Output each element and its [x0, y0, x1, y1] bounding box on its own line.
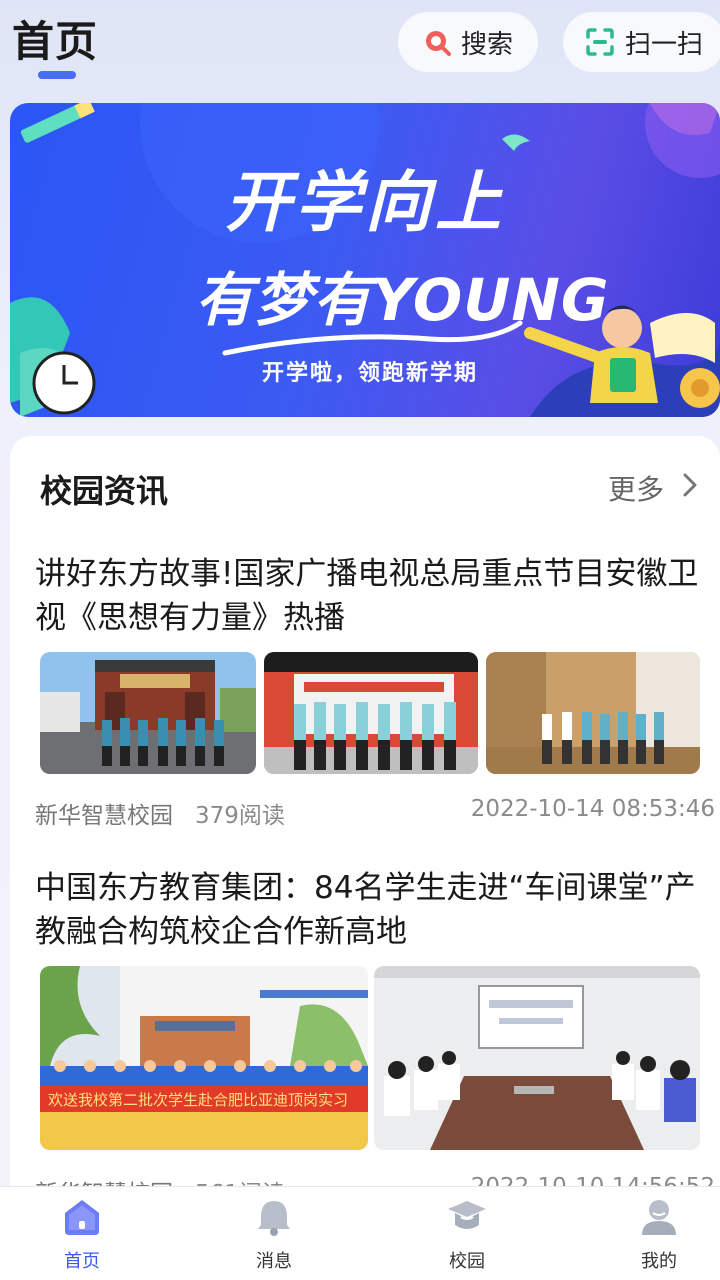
page-title: 首页 — [12, 17, 99, 66]
search-icon — [423, 28, 451, 56]
bell-icon — [254, 1197, 294, 1241]
title-underline — [38, 71, 76, 79]
news-photo[interactable] — [486, 652, 700, 774]
search-button[interactable]: 搜索 — [398, 12, 538, 72]
banner-headline-2: 有梦有YOUNG — [195, 266, 610, 334]
scan-icon — [585, 27, 615, 57]
news-photo[interactable]: 欢送我校第二批次学生赴合肥比亚迪顶岗实习 — [40, 966, 368, 1150]
top-header: 首页 搜索 扫一扫 — [0, 0, 720, 96]
tab-label: 校园 — [449, 1251, 485, 1272]
tab-messages[interactable]: 消息 — [224, 1197, 324, 1277]
tab-label: 我的 — [641, 1251, 677, 1272]
more-label: 更多 — [608, 473, 665, 506]
news-meta: 新华智慧校园 379阅读 2022-10-14 08:53:46 — [35, 796, 715, 830]
photo-banner-text: 欢送我校第二批次学生赴合肥比亚迪顶岗实习 — [48, 1091, 348, 1109]
search-label: 搜索 — [460, 29, 513, 60]
news-title[interactable]: 讲好东方故事!国家广播电视总局重点节目安徽卫视《思想有力量》热播 — [35, 552, 715, 640]
chevron-right-icon — [682, 472, 698, 505]
banner-headline-1: 开学向上 — [225, 164, 505, 241]
news-title[interactable]: 中国东方教育集团：84名学生走进“车间课堂”产教融合构筑校企合作新高地 — [35, 866, 715, 954]
scan-label: 扫一扫 — [624, 29, 703, 60]
more-link[interactable]: 更多 — [608, 468, 698, 508]
news-photo[interactable] — [40, 652, 256, 774]
promo-banner[interactable]: 开学向上 有梦有YOUNG 开学啦，领跑新学期 — [10, 103, 720, 417]
banner-subtitle: 开学啦，领跑新学期 — [262, 361, 479, 386]
bottom-tab-bar: 首页 消息 校园 我的 — [0, 1186, 720, 1280]
scan-button[interactable]: 扫一扫 — [563, 12, 720, 72]
news-photo[interactable] — [264, 652, 478, 774]
tab-label: 消息 — [256, 1251, 292, 1272]
user-icon — [639, 1197, 679, 1241]
graduation-cap-icon — [446, 1197, 488, 1241]
news-reads: 379阅读 — [195, 803, 285, 829]
tab-campus[interactable]: 校园 — [417, 1197, 517, 1277]
news-photo[interactable] — [374, 966, 700, 1150]
campus-news-card: 校园资讯 更多 讲好东方故事!国家广播电视总局重点节目安徽卫视《思想有力量》热播 — [10, 436, 720, 1207]
tab-home[interactable]: 首页 — [32, 1197, 132, 1277]
news-time: 2022-10-14 08:53:46 — [470, 796, 715, 822]
section-title: 校园资讯 — [40, 472, 169, 510]
tab-profile[interactable]: 我的 — [609, 1197, 709, 1277]
news-source: 新华智慧校园 — [35, 803, 173, 829]
tab-label: 首页 — [64, 1251, 100, 1272]
home-icon — [61, 1197, 103, 1241]
